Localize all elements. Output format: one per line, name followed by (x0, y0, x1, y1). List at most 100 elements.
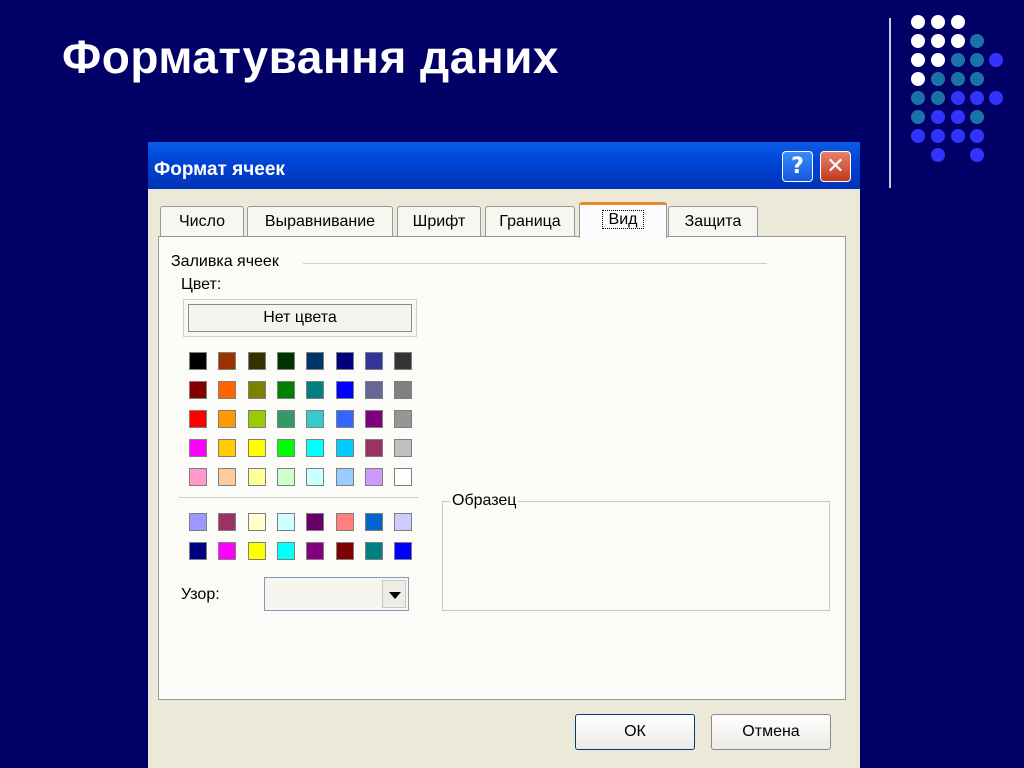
color-swatch[interactable] (306, 381, 324, 399)
close-icon: ✕ (826, 154, 845, 179)
color-swatch[interactable] (306, 352, 324, 370)
color-swatch[interactable] (189, 381, 207, 399)
color-swatch[interactable] (218, 410, 236, 428)
tab-protection-label: Защита (684, 213, 742, 230)
color-swatch[interactable] (277, 410, 295, 428)
decor-dot (911, 15, 925, 29)
color-swatch[interactable] (277, 439, 295, 457)
color-swatch[interactable] (394, 439, 412, 457)
tab-border[interactable]: Граница (485, 206, 575, 237)
ok-button[interactable]: ОК (575, 714, 695, 750)
color-swatch[interactable] (365, 381, 383, 399)
decor-dot (931, 91, 945, 105)
color-swatch[interactable] (394, 542, 412, 560)
tab-patterns-label: Вид (601, 210, 645, 229)
color-swatch[interactable] (365, 439, 383, 457)
decor-dot (951, 91, 965, 105)
color-swatch[interactable] (248, 410, 266, 428)
color-swatch[interactable] (277, 468, 295, 486)
color-swatch[interactable] (248, 468, 266, 486)
decor-dot (951, 53, 965, 67)
color-swatch[interactable] (306, 468, 324, 486)
decor-dot (911, 72, 925, 86)
color-swatch[interactable] (365, 468, 383, 486)
no-color-button[interactable]: Нет цвета (188, 304, 412, 332)
decor-dot (951, 110, 965, 124)
color-swatch[interactable] (306, 542, 324, 560)
color-swatch[interactable] (336, 513, 354, 531)
color-swatch[interactable] (277, 542, 295, 560)
sample-label: Образец (450, 492, 519, 510)
color-swatch[interactable] (189, 542, 207, 560)
color-swatch[interactable] (218, 468, 236, 486)
decor-dot (931, 34, 945, 48)
decor-dot (970, 91, 984, 105)
sample-box (442, 501, 830, 611)
color-swatch[interactable] (248, 513, 266, 531)
color-swatch[interactable] (218, 381, 236, 399)
palette-divider (179, 497, 419, 498)
color-swatch[interactable] (248, 381, 266, 399)
color-swatch[interactable] (336, 352, 354, 370)
dialog-titlebar: Формат ячеек ? ✕ (148, 142, 860, 189)
color-swatch[interactable] (277, 352, 295, 370)
color-swatch[interactable] (394, 513, 412, 531)
fill-group-label: Заливка ячеек (171, 253, 279, 270)
color-swatch[interactable] (218, 542, 236, 560)
color-swatch[interactable] (336, 542, 354, 560)
decor-dot (931, 110, 945, 124)
cancel-button[interactable]: Отмена (711, 714, 831, 750)
color-swatch[interactable] (306, 513, 324, 531)
color-swatch[interactable] (306, 439, 324, 457)
close-button[interactable]: ✕ (820, 151, 851, 182)
decor-dot (931, 129, 945, 143)
tab-alignment[interactable]: Выравнивание (247, 206, 393, 237)
color-swatch[interactable] (365, 513, 383, 531)
color-swatch[interactable] (336, 410, 354, 428)
tab-patterns[interactable]: Вид (579, 202, 667, 238)
decor-dot (911, 53, 925, 67)
decor-dot (970, 129, 984, 143)
tab-panel: Заливка ячеек Цвет: Нет цвета Узор: Обра… (158, 236, 846, 700)
decor-dot (931, 15, 945, 29)
pattern-label: Узор: (181, 586, 220, 603)
tab-number[interactable]: Число (160, 206, 244, 237)
color-swatch[interactable] (336, 468, 354, 486)
color-swatch[interactable] (277, 381, 295, 399)
pattern-select[interactable] (264, 577, 409, 611)
color-swatch[interactable] (394, 352, 412, 370)
color-swatch[interactable] (218, 439, 236, 457)
color-swatch[interactable] (277, 513, 295, 531)
color-swatch[interactable] (365, 542, 383, 560)
color-swatch[interactable] (336, 439, 354, 457)
color-swatch[interactable] (394, 468, 412, 486)
color-label: Цвет: (181, 276, 222, 293)
decor-dot (951, 15, 965, 29)
decor-dot (970, 34, 984, 48)
color-swatch[interactable] (218, 352, 236, 370)
color-swatch[interactable] (248, 542, 266, 560)
color-swatch[interactable] (248, 352, 266, 370)
color-swatch[interactable] (189, 410, 207, 428)
color-swatch[interactable] (218, 513, 236, 531)
help-button[interactable]: ? (782, 151, 813, 182)
help-icon: ? (791, 154, 804, 179)
tab-alignment-label: Выравнивание (264, 213, 376, 230)
color-swatch[interactable] (365, 352, 383, 370)
chevron-down-icon[interactable] (382, 580, 406, 608)
color-swatch[interactable] (189, 513, 207, 531)
tab-protection[interactable]: Защита (668, 206, 758, 237)
color-swatch[interactable] (394, 381, 412, 399)
color-swatch[interactable] (394, 410, 412, 428)
decor-dot (931, 53, 945, 67)
color-swatch[interactable] (189, 439, 207, 457)
color-swatch[interactable] (248, 439, 266, 457)
color-swatch[interactable] (336, 381, 354, 399)
color-swatch[interactable] (189, 352, 207, 370)
color-swatch[interactable] (365, 410, 383, 428)
decor-dot (911, 34, 925, 48)
decor-dot (951, 129, 965, 143)
color-swatch[interactable] (306, 410, 324, 428)
color-swatch[interactable] (189, 468, 207, 486)
tab-font[interactable]: Шрифт (397, 206, 481, 237)
